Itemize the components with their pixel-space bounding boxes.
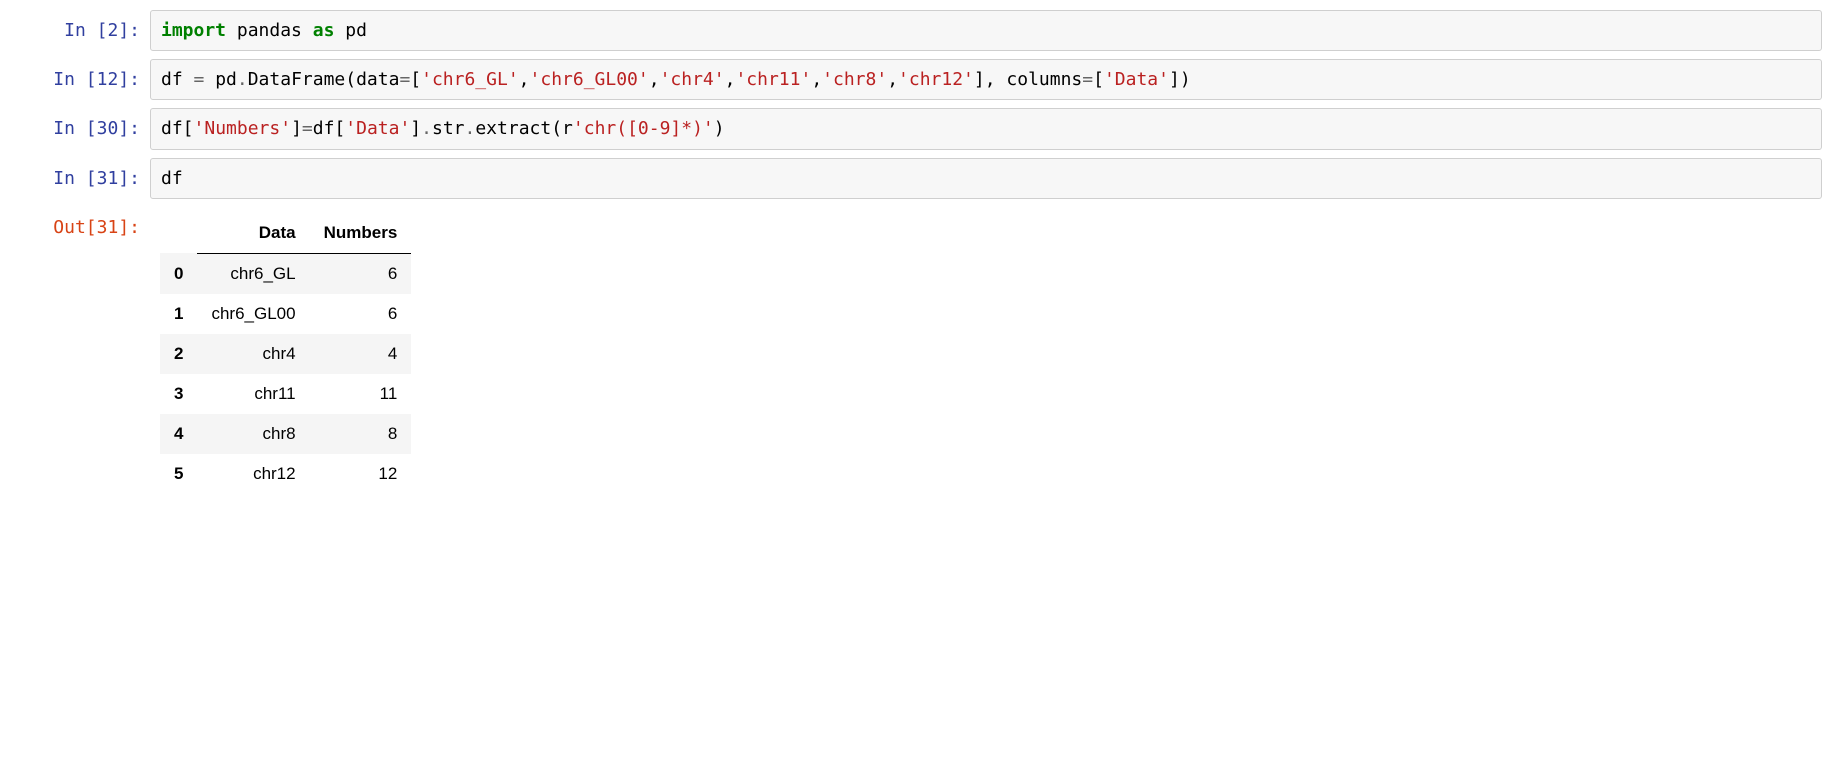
code-input[interactable]: import pandas as pd <box>150 10 1822 51</box>
code-token: extract(r <box>475 118 573 139</box>
notebook-cell: In [31]: df <box>0 158 1832 199</box>
code-token: DataFrame(data <box>248 69 400 90</box>
table-row: 2 chr4 4 <box>160 334 411 374</box>
row-index: 2 <box>160 334 197 374</box>
column-header: Data <box>197 213 309 254</box>
code-token: . <box>465 118 476 139</box>
table-corner <box>160 213 197 254</box>
table-cell: chr12 <box>197 454 309 494</box>
code-token: , <box>725 69 736 90</box>
string-literal: 'chr11' <box>735 69 811 90</box>
table-cell: 11 <box>310 374 412 414</box>
table-row: 3 chr11 11 <box>160 374 411 414</box>
string-literal: 'chr4' <box>660 69 725 90</box>
row-index: 4 <box>160 414 197 454</box>
input-prompt: In [31]: <box>0 158 150 191</box>
code-token: [ <box>410 69 421 90</box>
string-literal: 'chr12' <box>898 69 974 90</box>
code-token: ) <box>714 118 725 139</box>
row-index: 0 <box>160 253 197 294</box>
table-cell: 6 <box>310 253 412 294</box>
table-cell: 12 <box>310 454 412 494</box>
code-token: ], columns <box>974 69 1082 90</box>
string-literal: 'chr6_GL00' <box>530 69 649 90</box>
string-literal: 'Numbers' <box>194 118 292 139</box>
code-token: ]) <box>1169 69 1191 90</box>
table-row: 4 chr8 8 <box>160 414 411 454</box>
column-header: Numbers <box>310 213 412 254</box>
row-index: 1 <box>160 294 197 334</box>
notebook-cell: In [2]: import pandas as pd <box>0 10 1832 51</box>
code-token: df[ <box>313 118 346 139</box>
code-token: , <box>811 69 822 90</box>
notebook-cell: In [30]: df['Numbers']=df['Data'].str.ex… <box>0 108 1832 149</box>
string-literal: 'Data' <box>345 118 410 139</box>
code-token: . <box>421 118 432 139</box>
code-token: ] <box>291 118 302 139</box>
table-cell: chr6_GL00 <box>197 294 309 334</box>
code-token: df[ <box>161 118 194 139</box>
code-token: , <box>519 69 530 90</box>
code-token: = <box>302 118 313 139</box>
code-token: , <box>649 69 660 90</box>
input-prompt: In [30]: <box>0 108 150 141</box>
table-cell: 6 <box>310 294 412 334</box>
code-token: , <box>887 69 898 90</box>
code-token: pd <box>204 69 237 90</box>
keyword-as: as <box>313 20 335 41</box>
table-cell: chr11 <box>197 374 309 414</box>
code-token: pandas <box>226 20 313 41</box>
code-token: [ <box>1093 69 1104 90</box>
row-index: 3 <box>160 374 197 414</box>
output-prompt: Out[31]: <box>0 207 150 240</box>
input-prompt: In [2]: <box>0 10 150 43</box>
table-row: 1 chr6_GL00 6 <box>160 294 411 334</box>
notebook-output: Out[31]: Data Numbers 0 chr6_GL 6 1 chr6… <box>0 207 1832 494</box>
code-token: = <box>194 69 205 90</box>
code-token: df <box>161 168 183 189</box>
code-input[interactable]: df['Numbers']=df['Data'].str.extract(r'c… <box>150 108 1822 149</box>
output-area: Data Numbers 0 chr6_GL 6 1 chr6_GL00 6 2… <box>150 207 1822 494</box>
code-input[interactable]: df <box>150 158 1822 199</box>
input-prompt: In [12]: <box>0 59 150 92</box>
code-token: . <box>237 69 248 90</box>
row-index: 5 <box>160 454 197 494</box>
code-token: = <box>399 69 410 90</box>
table-cell: chr4 <box>197 334 309 374</box>
table-cell: chr6_GL <box>197 253 309 294</box>
notebook-cell: In [12]: df = pd.DataFrame(data=['chr6_G… <box>0 59 1832 100</box>
code-token: df <box>161 69 194 90</box>
table-row: 0 chr6_GL 6 <box>160 253 411 294</box>
code-token: str <box>432 118 465 139</box>
table-cell: 8 <box>310 414 412 454</box>
dataframe-table: Data Numbers 0 chr6_GL 6 1 chr6_GL00 6 2… <box>160 213 411 494</box>
table-cell: chr8 <box>197 414 309 454</box>
code-token: ] <box>410 118 421 139</box>
string-literal: 'chr8' <box>822 69 887 90</box>
string-literal: 'chr([0-9]*)' <box>573 118 714 139</box>
string-literal: 'chr6_GL' <box>421 69 519 90</box>
keyword-import: import <box>161 20 226 41</box>
string-literal: 'Data' <box>1104 69 1169 90</box>
code-token: = <box>1082 69 1093 90</box>
table-row: 5 chr12 12 <box>160 454 411 494</box>
code-token: pd <box>334 20 367 41</box>
code-input[interactable]: df = pd.DataFrame(data=['chr6_GL','chr6_… <box>150 59 1822 100</box>
table-cell: 4 <box>310 334 412 374</box>
